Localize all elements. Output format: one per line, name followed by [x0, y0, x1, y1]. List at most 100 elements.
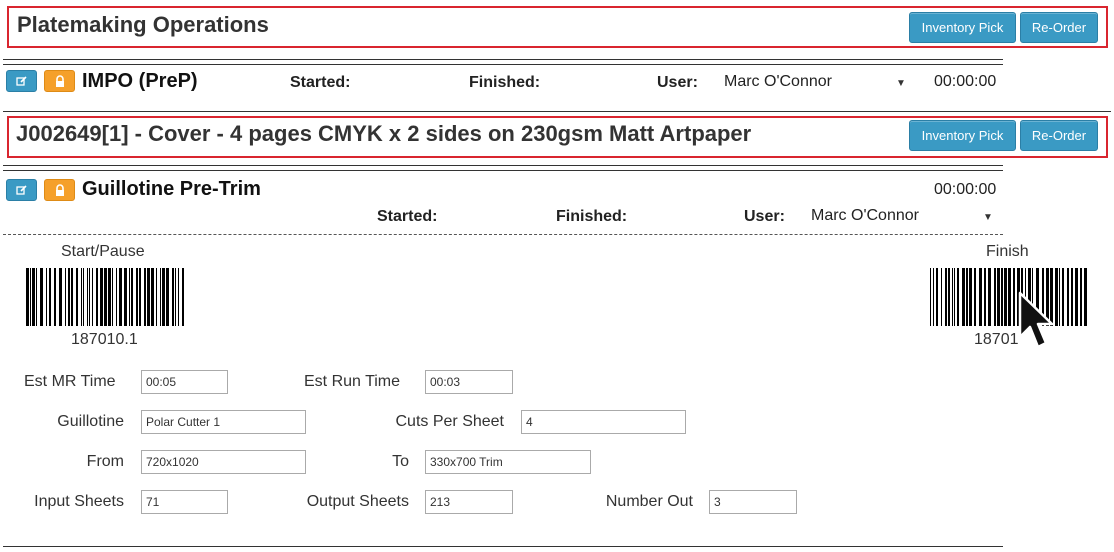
barcode-bar — [65, 268, 66, 326]
barcode-bar — [997, 268, 1000, 326]
elapsed-time: 00:00:00 — [934, 73, 997, 90]
barcode-bar — [124, 268, 127, 326]
barcode-bar — [162, 268, 165, 326]
output-sheets-input[interactable] — [425, 490, 513, 514]
finish-barcode[interactable] — [930, 268, 1087, 326]
user-select[interactable]: Marc O'Connor ▼ — [724, 72, 910, 94]
barcode-bar — [178, 268, 179, 326]
to-label: To — [392, 453, 409, 470]
barcode-bar — [49, 268, 51, 326]
barcode-bar — [96, 268, 98, 326]
to-input[interactable] — [425, 450, 591, 474]
barcode-bar — [945, 268, 947, 326]
start-pause-barcode[interactable] — [26, 268, 184, 326]
barcode-bar — [156, 268, 157, 326]
barcode-bar — [104, 268, 107, 326]
barcode-bar — [81, 268, 82, 326]
barcode-bar — [1001, 268, 1003, 326]
barcode-bar — [1004, 268, 1007, 326]
barcode-bar — [182, 268, 184, 326]
finish-code: 18701 — [974, 331, 1019, 348]
barcode-bar — [100, 268, 103, 326]
input-sheets-input[interactable] — [141, 490, 228, 514]
edit-icon — [15, 185, 27, 195]
barcode-bar — [151, 268, 154, 326]
barcode-bar — [160, 268, 161, 326]
est-run-time-input[interactable] — [425, 370, 513, 394]
edit-button[interactable] — [6, 70, 37, 92]
start-pause-code: 187010.1 — [71, 331, 138, 348]
barcode-bar — [136, 268, 138, 326]
barcode-bar — [957, 268, 959, 326]
edit-button[interactable] — [6, 179, 37, 201]
est-mr-time-input[interactable] — [141, 370, 228, 394]
caret-down-icon: ▼ — [983, 212, 993, 223]
barcode-bar — [112, 268, 113, 326]
barcode-bar — [131, 268, 133, 326]
lock-icon — [55, 183, 64, 196]
barcode-bar — [26, 268, 29, 326]
cuts-per-sheet-input[interactable] — [521, 410, 686, 434]
number-out-input[interactable] — [709, 490, 797, 514]
barcode-bar — [144, 268, 146, 326]
started-label: Started: — [290, 74, 351, 91]
user-select[interactable]: Marc O'Connor ▼ — [811, 206, 997, 228]
number-out-label: Number Out — [605, 493, 693, 510]
finish-label: Finish — [986, 243, 1029, 260]
barcode-bar — [116, 268, 117, 326]
barcode-bar — [71, 268, 73, 326]
barcode-bar — [1071, 268, 1073, 326]
stage-title: IMPO (PreP) — [82, 70, 198, 92]
barcode-bar — [68, 268, 70, 326]
barcode-bar — [59, 268, 62, 326]
barcode-bar — [984, 268, 986, 326]
reorder-button[interactable]: Re-Order — [1020, 12, 1098, 43]
barcode-bar — [87, 268, 88, 326]
inventory-pick-button[interactable]: Inventory Pick — [909, 120, 1016, 151]
lock-button[interactable] — [44, 179, 75, 201]
barcode-bar — [933, 268, 934, 326]
output-sheets-label: Output Sheets — [306, 493, 409, 510]
barcode-bar — [166, 268, 169, 326]
barcode-bar — [1062, 268, 1064, 326]
barcode-bar — [92, 268, 93, 326]
barcode-bar — [988, 268, 991, 326]
barcode-bar — [54, 268, 56, 326]
barcode-bar — [954, 268, 955, 326]
dashed-divider — [3, 234, 1003, 235]
barcode-bar — [969, 268, 972, 326]
barcode-bar — [139, 268, 141, 326]
guillotine-input[interactable] — [141, 410, 306, 434]
divider — [3, 165, 1003, 166]
est-run-time-label: Est Run Time — [304, 373, 401, 390]
divider — [3, 546, 1003, 547]
barcode-bar — [46, 268, 47, 326]
from-label: From — [86, 453, 124, 470]
elapsed-time: 00:00:00 — [934, 181, 997, 198]
cuts-per-sheet-label: Cuts Per Sheet — [395, 413, 505, 430]
barcode-bar — [129, 268, 130, 326]
barcode-bar — [172, 268, 174, 326]
barcode-bar — [30, 268, 31, 326]
from-input[interactable] — [141, 450, 306, 474]
barcode-bar — [119, 268, 122, 326]
reorder-button[interactable]: Re-Order — [1020, 120, 1098, 151]
job-title: J002649[1] - Cover - 4 pages CMYK x 2 si… — [16, 121, 752, 146]
barcode-bar — [948, 268, 950, 326]
barcode-bar — [1080, 268, 1082, 326]
lock-button[interactable] — [44, 70, 75, 92]
barcode-bar — [962, 268, 965, 326]
barcode-bar — [36, 268, 37, 326]
caret-down-icon: ▼ — [896, 78, 906, 89]
barcode-bar — [89, 268, 90, 326]
barcode-bar — [40, 268, 43, 326]
barcode-bar — [32, 268, 35, 326]
stage-title: Guillotine Pre-Trim — [82, 178, 261, 200]
barcode-bar — [952, 268, 953, 326]
finished-label: Finished: — [556, 208, 628, 225]
barcode-bar — [1067, 268, 1069, 326]
inventory-pick-button[interactable]: Inventory Pick — [909, 12, 1016, 43]
barcode-bar — [1008, 268, 1011, 326]
barcode-bar — [936, 268, 938, 326]
barcode-bar — [1013, 268, 1015, 326]
